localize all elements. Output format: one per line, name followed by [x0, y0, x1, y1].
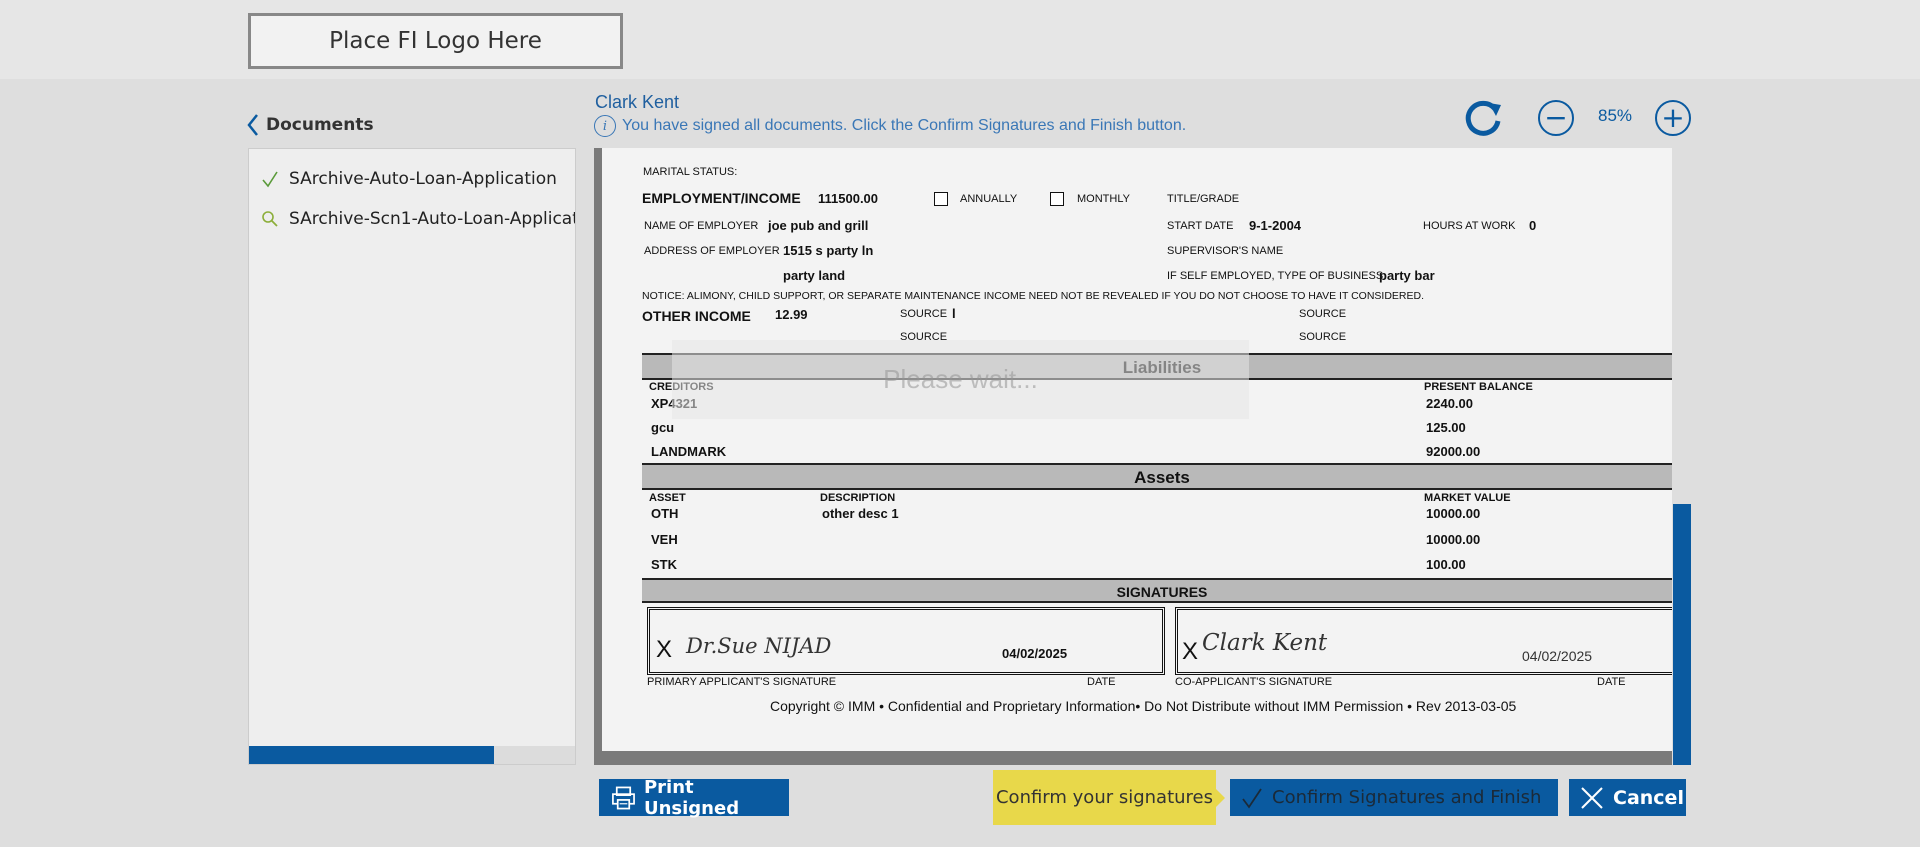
print-unsigned-label: Print Unsigned: [643, 776, 740, 819]
marital-status-label: MARITAL STATUS:: [643, 166, 738, 178]
liability-balance: 92000.00: [1426, 444, 1481, 459]
co-signature: Clark Kent: [1202, 630, 1328, 656]
description-header: DESCRIPTION: [820, 492, 896, 504]
chevron-left-icon: [247, 114, 258, 136]
document-item[interactable]: SArchive-Scn1-Auto-Loan-Application: [261, 209, 576, 229]
start-date-value: 9-1-2004: [1249, 218, 1302, 233]
magnifier-icon: [262, 211, 278, 227]
primary-signature-box: X Dr.Sue NIJAD 04/02/2025: [647, 607, 1165, 675]
other-income-label: OTHER INCOME: [642, 308, 751, 324]
signer-name: Clark Kent: [595, 92, 680, 112]
hours-value: 0: [1529, 218, 1537, 233]
assets-header: Assets: [642, 463, 1672, 490]
checkmark-icon: [1242, 788, 1262, 809]
cancel-label: Cancel: [1613, 786, 1684, 809]
asset-description: other desc 1: [822, 506, 899, 521]
co-signature-label: CO-APPLICANT'S SIGNATURE: [1175, 676, 1333, 688]
annually-label: ANNUALLY: [960, 193, 1018, 205]
asset-type: OTH: [651, 506, 679, 521]
source-value: l: [952, 306, 956, 321]
loading-overlay: Please wait...: [672, 340, 1249, 419]
copyright-footer: Copyright © IMM • Confidential and Propr…: [770, 698, 1517, 714]
employer-name-label: NAME OF EMPLOYER: [644, 220, 759, 232]
document-item-label: SArchive-Scn1-Auto-Loan-Application: [289, 209, 576, 229]
asset-header: ASSET: [649, 492, 686, 504]
info-text: You have signed all documents. Click the…: [622, 117, 1187, 134]
viewer-scrollbar[interactable]: [1673, 504, 1691, 765]
cancel-button[interactable]: Cancel: [1569, 779, 1686, 816]
document-progress-bar: [249, 746, 575, 764]
close-icon: [1581, 786, 1603, 809]
documents-title: Documents: [266, 115, 374, 135]
primary-signature-label: PRIMARY APPLICANT'S SIGNATURE: [647, 676, 837, 688]
other-income-value: 12.99: [775, 307, 808, 322]
source-label: SOURCE: [900, 308, 948, 320]
zoom-out-button[interactable]: −: [1538, 100, 1574, 136]
assets-title: Assets: [1134, 468, 1190, 487]
asset-type: STK: [651, 557, 677, 572]
plus-icon: +: [1661, 101, 1685, 134]
document-item-label: SArchive-Auto-Loan-Application: [289, 169, 557, 189]
date-label: DATE: [1597, 676, 1626, 688]
self-employed-value: party bar: [1379, 268, 1435, 283]
zoom-in-button[interactable]: +: [1655, 100, 1691, 136]
minus-icon: −: [1544, 101, 1568, 134]
employer-address-line1: 1515 s party ln: [783, 243, 874, 258]
confirm-signatures-finish-button[interactable]: Confirm Signatures and Finish: [1230, 779, 1558, 816]
documents-sidebar: SArchive-Auto-Loan-Application SArchive-…: [248, 148, 576, 765]
employer-address-line2: party land: [783, 268, 846, 283]
monthly-label: MONTHLY: [1077, 193, 1130, 205]
document-page: MARITAL STATUS: EMPLOYMENT/INCOME 111500…: [602, 148, 1672, 751]
primary-date: 04/02/2025: [1002, 646, 1068, 661]
signatures-header: SIGNATURES: [642, 578, 1672, 603]
co-signature-box: X Clark Kent 04/02/2025: [1175, 607, 1672, 675]
progress-fill: [249, 746, 494, 764]
asset-type: VEH: [651, 532, 678, 547]
income-notice: NOTICE: ALIMONY, CHILD SUPPORT, OR SEPAR…: [642, 290, 1425, 302]
employment-value: 111500.00: [818, 191, 879, 206]
liability-creditor: gcu: [651, 420, 675, 435]
hours-label: HOURS AT WORK: [1423, 220, 1516, 232]
balance-header: PRESENT BALANCE: [1424, 381, 1533, 393]
supervisor-label: SUPERVISOR'S NAME: [1167, 245, 1284, 257]
asset-value: 10000.00: [1426, 532, 1481, 547]
asset-value: 100.00: [1426, 557, 1466, 572]
source-label: SOURCE: [1299, 331, 1347, 343]
self-employed-label: IF SELF EMPLOYED, TYPE OF BUSINESS: [1167, 270, 1384, 282]
monthly-checkbox: [1050, 192, 1064, 206]
signature-mark: X: [1182, 638, 1199, 665]
start-date-label: START DATE: [1167, 220, 1234, 232]
info-message: i You have signed all documents. Click t…: [594, 115, 1186, 137]
documents-back-button[interactable]: Documents: [246, 113, 374, 137]
co-date: 04/02/2025: [1522, 648, 1593, 664]
printer-icon: [612, 786, 635, 809]
confirm-signatures-tooltip: Confirm your signatures: [993, 770, 1225, 825]
source-label: SOURCE: [1299, 308, 1347, 320]
liability-balance: 125.00: [1426, 420, 1466, 435]
annually-checkbox: [934, 192, 948, 206]
logo-placeholder: Place FI Logo Here: [248, 13, 623, 69]
zoom-level: 85%: [1598, 106, 1633, 125]
document-viewer[interactable]: MARITAL STATUS: EMPLOYMENT/INCOME 111500…: [594, 148, 1672, 765]
info-icon: i: [594, 115, 616, 137]
employer-address-label: ADDRESS OF EMPLOYER: [644, 245, 780, 257]
market-value-header: MARKET VALUE: [1424, 492, 1511, 504]
print-unsigned-button[interactable]: Print Unsigned: [599, 776, 789, 819]
liability-balance: 2240.00: [1426, 396, 1473, 411]
signatures-title: SIGNATURES: [1116, 584, 1208, 600]
top-bar: Place FI Logo Here: [0, 0, 1920, 79]
document-item[interactable]: SArchive-Auto-Loan-Application: [261, 169, 557, 189]
asset-value: 10000.00: [1426, 506, 1481, 521]
confirm-signatures-finish-label: Confirm Signatures and Finish: [1272, 787, 1542, 808]
title-grade-label: TITLE/GRADE: [1167, 193, 1240, 205]
signature-mark: X: [656, 636, 673, 663]
date-label: DATE: [1087, 676, 1116, 688]
employment-label: EMPLOYMENT/INCOME: [642, 190, 801, 206]
employer-name-value: joe pub and grill: [768, 218, 869, 233]
checkmark-icon: [262, 171, 278, 188]
primary-signature: Dr.Sue NIJAD: [686, 634, 832, 658]
liability-creditor: LANDMARK: [651, 444, 727, 459]
refresh-icon[interactable]: [1462, 97, 1504, 139]
